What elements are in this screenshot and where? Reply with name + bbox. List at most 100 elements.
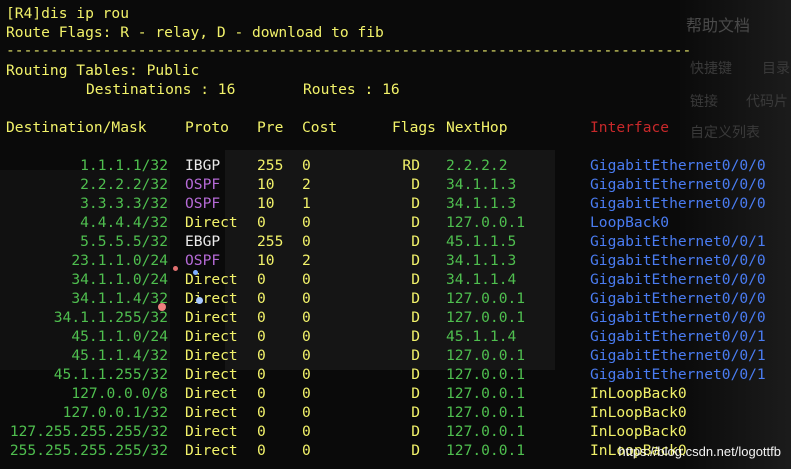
route-cost: 0: [302, 271, 311, 288]
header-cost: Cost: [302, 119, 338, 136]
route-pre: 0: [257, 366, 266, 383]
route-destination: 45.1.1.4/32: [71, 347, 168, 364]
route-pre: 10: [257, 195, 275, 212]
route-proto: Direct: [185, 366, 238, 383]
help-item-code: 代码片: [746, 93, 788, 109]
watermark: https://blog.csdn.net/logottfb: [618, 444, 781, 459]
route-pre: 0: [257, 271, 266, 288]
route-interface: InLoopBack0: [590, 423, 687, 440]
route-interface: GigabitEthernet0/0/0: [590, 195, 766, 212]
route-cost: 0: [302, 366, 311, 383]
route-nexthop: 45.1.1.5: [446, 233, 517, 250]
route-nexthop: 34.1.1.3: [446, 195, 517, 212]
route-flags: D: [411, 176, 420, 193]
route-proto: Direct: [185, 309, 238, 326]
command-prompt: [R4]dis ip rou: [6, 5, 130, 22]
route-destination: 4.4.4.4/32: [80, 214, 168, 231]
route-proto: Direct: [185, 442, 238, 459]
route-proto: Direct: [185, 290, 238, 307]
destinations-count: Destinations : 16: [86, 81, 236, 98]
header-pre: Pre: [257, 119, 284, 136]
route-pre: 0: [257, 309, 266, 326]
route-nexthop: 127.0.0.1: [446, 404, 526, 421]
route-nexthop: 127.0.0.1: [446, 366, 526, 383]
route-flags: D: [411, 233, 420, 250]
route-proto: EBGP: [185, 233, 221, 250]
route-flags: D: [411, 252, 420, 269]
route-interface: GigabitEthernet0/0/0: [590, 271, 766, 288]
route-nexthop: 127.0.0.1: [446, 290, 526, 307]
route-cost: 0: [302, 157, 311, 174]
route-flags: D: [411, 385, 420, 402]
route-cost: 0: [302, 385, 311, 402]
route-interface: InLoopBack0: [590, 385, 687, 402]
route-cost: 0: [302, 290, 311, 307]
route-pre: 0: [257, 347, 266, 364]
header-flags: Flags: [392, 119, 436, 136]
terminal-window: 帮助文档 快捷键 目录 链接 代码片 自定义列表 [R4]dis ip rou …: [0, 0, 791, 469]
route-flags: D: [411, 290, 420, 307]
route-pre: 10: [257, 176, 275, 193]
route-cost: 0: [302, 309, 311, 326]
route-cost: 0: [302, 328, 311, 345]
route-nexthop: 45.1.1.4: [446, 328, 517, 345]
route-pre: 0: [257, 328, 266, 345]
route-destination: 127.255.255.255/32: [9, 423, 168, 440]
decor-dot: [158, 303, 166, 311]
route-destination: 127.0.0.1/32: [62, 404, 168, 421]
route-flags: D: [411, 271, 420, 288]
route-proto: Direct: [185, 385, 238, 402]
route-cost: 0: [302, 423, 311, 440]
route-flags: D: [411, 442, 420, 459]
route-nexthop: 127.0.0.1: [446, 347, 526, 364]
route-pre: 0: [257, 290, 266, 307]
route-destination: 127.0.0.0/8: [71, 385, 168, 402]
route-cost: 2: [302, 252, 311, 269]
route-flags: D: [411, 366, 420, 383]
route-flags: RD: [402, 157, 420, 174]
route-interface: GigabitEthernet0/0/0: [590, 309, 766, 326]
route-flags: D: [411, 404, 420, 421]
route-cost: 0: [302, 404, 311, 421]
header-interface: Interface: [590, 119, 670, 136]
route-flags: D: [411, 347, 420, 364]
help-item-links: 链接: [690, 93, 718, 109]
route-interface: GigabitEthernet0/0/1: [590, 328, 766, 345]
route-pre: 0: [257, 423, 266, 440]
header-nexthop: NextHop: [446, 119, 508, 136]
decor-dot: [196, 297, 203, 304]
route-proto: Direct: [185, 214, 238, 231]
route-destination: 45.1.1.255/32: [53, 366, 168, 383]
routes-count: Routes : 16: [303, 81, 400, 98]
header-proto: Proto: [185, 119, 229, 136]
decor-dot: [173, 266, 178, 271]
route-cost: 0: [302, 442, 311, 459]
route-flags: D: [411, 195, 420, 212]
route-interface: GigabitEthernet0/0/0: [590, 252, 766, 269]
route-pre: 0: [257, 404, 266, 421]
route-nexthop: 34.1.1.4: [446, 271, 517, 288]
route-flags: D: [411, 309, 420, 326]
separator: ----------------------------------------…: [6, 42, 692, 59]
route-destination: 34.1.1.255/32: [53, 309, 168, 326]
route-cost: 0: [302, 214, 311, 231]
help-item-toc: 目录: [762, 60, 790, 76]
decor-dot: [193, 270, 198, 275]
route-interface: GigabitEthernet0/0/0: [590, 290, 766, 307]
route-destination: 34.1.1.4/32: [71, 290, 168, 307]
route-destination: 23.1.1.0/24: [71, 252, 168, 269]
route-flags: D: [411, 423, 420, 440]
help-item-list: 自定义列表: [690, 124, 760, 140]
route-interface: GigabitEthernet0/0/1: [590, 347, 766, 364]
route-nexthop: 127.0.0.1: [446, 423, 526, 440]
route-destination: 3.3.3.3/32: [80, 195, 168, 212]
route-nexthop: 127.0.0.1: [446, 309, 526, 326]
route-cost: 0: [302, 233, 311, 250]
route-cost: 2: [302, 176, 311, 193]
route-proto: OSPF: [185, 176, 221, 193]
route-destination: 45.1.1.0/24: [71, 328, 168, 345]
route-interface: GigabitEthernet0/0/1: [590, 366, 766, 383]
route-proto: IBGP: [185, 157, 221, 174]
route-destination: 255.255.255.255/32: [9, 442, 168, 459]
route-proto: Direct: [185, 347, 238, 364]
